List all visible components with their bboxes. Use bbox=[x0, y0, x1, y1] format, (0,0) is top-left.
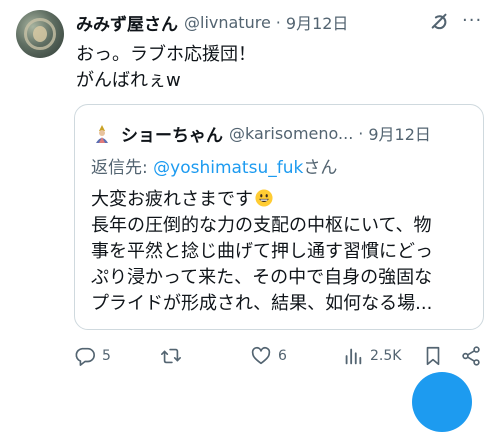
retweet-button[interactable] bbox=[160, 344, 188, 368]
bookmark-icon bbox=[426, 346, 440, 366]
quote-author-name[interactable]: ショーちゃん bbox=[121, 121, 223, 146]
quote-text-line1: 大変お疲れさまです bbox=[91, 189, 253, 210]
reply-count: 5 bbox=[102, 348, 111, 364]
action-bar: 5 6 2.5K bbox=[74, 342, 486, 370]
quote-text-line: ぷり浸かって来た、その中で自身の強固な bbox=[91, 267, 433, 288]
avatar-core bbox=[33, 26, 47, 42]
tweet-text: おっ。ラブホ応援団！ がんばれぇw bbox=[76, 42, 256, 94]
views-button[interactable]: 2.5K bbox=[342, 344, 401, 368]
tweet-date[interactable]: 9月12日 bbox=[286, 10, 349, 34]
quote-text: 大変お疲れさまです 長年の圧倒的な力の支配の中枢にいて、物 事を平然と捻じ曲げて… bbox=[91, 187, 476, 317]
replying-to: 返信先: @yoshimatsu_fukさん bbox=[91, 153, 337, 178]
quote-text-line: 長年の圧倒的な力の支配の中枢にいて、物 bbox=[91, 215, 432, 236]
reply-icon bbox=[75, 347, 95, 366]
like-icon bbox=[251, 346, 271, 365]
author-name[interactable]: みみず屋さん bbox=[76, 10, 178, 35]
replying-suffix: さん bbox=[303, 158, 338, 178]
tweet-text-line: がんばれぇw bbox=[76, 70, 181, 91]
retweet-icon bbox=[161, 348, 181, 364]
like-button[interactable]: 6 bbox=[250, 344, 287, 368]
compose-button[interactable] bbox=[412, 372, 472, 432]
quote-separator: · bbox=[358, 123, 364, 143]
bookmark-button[interactable] bbox=[422, 344, 444, 368]
author-handle[interactable]: @livnature bbox=[184, 13, 271, 32]
quoted-tweet[interactable]: ショーちゃん @karisomeno... · 9月12日 返信先: @yosh… bbox=[74, 104, 484, 330]
tweet-header: みみず屋さん @livnature · 9月12日 bbox=[76, 10, 349, 35]
separator: · bbox=[275, 12, 281, 32]
quote-text-line: 大変お疲れさまです bbox=[91, 187, 476, 213]
quote-text-line: プライドが形成され、結果、如何なる場... bbox=[91, 293, 433, 314]
grinning-face-emoji bbox=[255, 189, 273, 207]
views-count: 2.5K bbox=[370, 348, 402, 364]
quote-avatar[interactable] bbox=[91, 122, 113, 144]
reply-button[interactable]: 5 bbox=[74, 344, 111, 368]
like-count: 6 bbox=[278, 348, 287, 364]
share-button[interactable] bbox=[460, 344, 482, 368]
grok-icon[interactable] bbox=[429, 11, 451, 33]
more-icon[interactable]: ··· bbox=[462, 10, 482, 31]
views-icon bbox=[345, 348, 362, 365]
quote-header: ショーちゃん @karisomeno... · 9月12日 bbox=[91, 121, 431, 146]
share-icon bbox=[462, 346, 480, 366]
avatar[interactable] bbox=[16, 10, 64, 58]
quote-author-handle[interactable]: @karisomeno... bbox=[229, 124, 353, 143]
quote-date[interactable]: 9月12日 bbox=[368, 121, 431, 145]
quote-text-line: 事を平然と捻じ曲げて押し通す習慣にどっ bbox=[91, 241, 433, 262]
replying-label: 返信先: bbox=[91, 158, 154, 178]
replying-mention[interactable]: @yoshimatsu_fuk bbox=[153, 158, 303, 178]
tweet-text-line: おっ。ラブホ応援団！ bbox=[76, 44, 256, 65]
